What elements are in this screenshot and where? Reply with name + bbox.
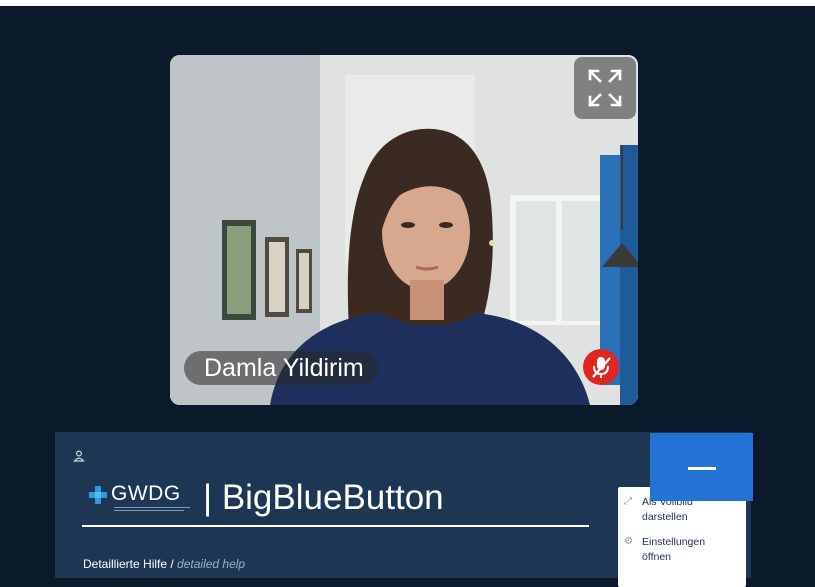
gwdg-logo-text: GWDG — [111, 482, 181, 505]
help-heading-en: detailed help — [177, 557, 246, 571]
minimize-button[interactable] — [650, 433, 753, 501]
gear-icon: ⚙ — [624, 536, 633, 547]
menu-item-settings-label-1: Einstellungen — [642, 536, 706, 548]
gwdg-logo-tagline-2 — [114, 510, 184, 511]
top-edge — [0, 0, 815, 6]
menu-item-fullscreen-label-2: darstellen — [642, 511, 688, 523]
fullscreen-expand-icon — [588, 69, 622, 107]
help-heading: Detaillierte Hilfe / detailed help — [83, 557, 245, 571]
fullscreen-button[interactable] — [574, 57, 636, 119]
minimize-icon — [688, 467, 716, 470]
title-divider — [82, 525, 589, 527]
webcam-video-tile[interactable]: Damla Yildirim — [170, 55, 638, 405]
help-heading-separator: / — [167, 557, 178, 571]
gwdg-logo-tagline — [114, 507, 190, 508]
help-heading-de: Detaillierte Hilfe — [83, 557, 168, 571]
user-icon — [73, 450, 85, 462]
muted-microphone-icon — [592, 357, 611, 378]
fullscreen-icon: ⤢ — [624, 496, 632, 507]
page-title: | BigBlueButton — [203, 478, 444, 517]
menu-item-settings-label-2: öffnen — [642, 551, 672, 563]
gwdg-logo-mark-icon — [89, 486, 107, 504]
participant-name-tag: Damla Yildirim — [184, 351, 378, 385]
mic-muted-badge — [583, 349, 619, 385]
options-menu: ⤢ Als Vollbild darstellen ⚙ Einstellunge… — [618, 487, 746, 587]
